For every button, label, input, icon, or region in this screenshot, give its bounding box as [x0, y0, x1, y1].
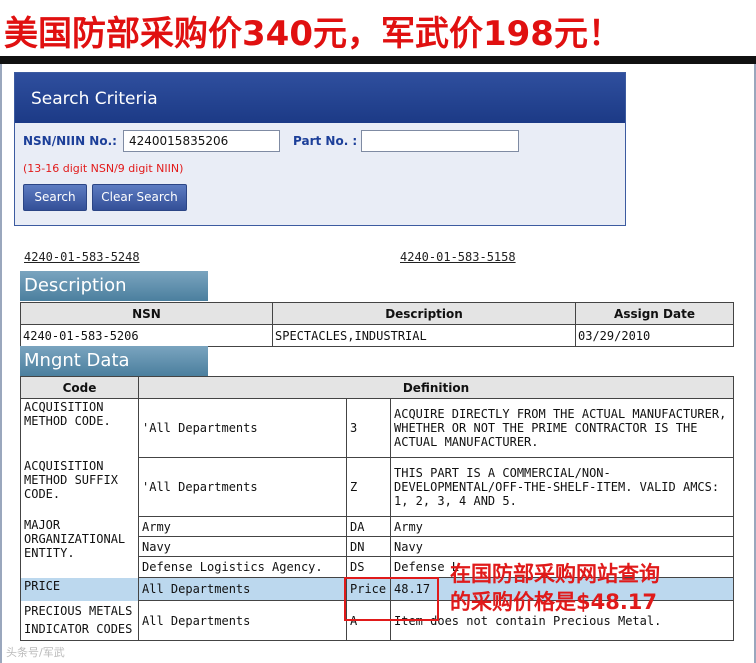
next-nsn-link[interactable]: 4240-01-583-5158: [400, 250, 516, 264]
navy-definition: Navy: [390, 536, 734, 557]
col-assign-date: Assign Date: [575, 302, 734, 325]
price-annotation: 在国防部采购网站查询 的采购价格是$48.17: [450, 560, 660, 616]
precious-metals-code: PRECIOUS METALS INDICATOR CODES: [20, 600, 139, 641]
part-no-label: Part No. :: [293, 134, 358, 148]
headline-banner: 美国防部采购价340元，军武价198元！: [0, 0, 756, 64]
headline-text: 美国防部采购价340元，军武价198元！: [4, 14, 622, 54]
acq-method-code: ACQUISITION METHOD CODE.: [20, 398, 139, 458]
description-table: NSN Description Assign Date 4240-01-583-…: [20, 302, 734, 347]
navy-dept: Navy: [138, 536, 347, 557]
nsn-format-hint: (13-16 digit NSN/9 digit NIIN): [23, 162, 184, 175]
search-criteria-title: Search Criteria: [15, 73, 625, 123]
col-code: Code: [20, 376, 139, 399]
col-nsn: NSN: [20, 302, 273, 325]
banner-divider: [0, 56, 756, 64]
table-row: ACQUISITION METHOD SUFFIX CODE. 'All Dep…: [20, 457, 734, 517]
col-definition: Definition: [138, 376, 734, 399]
acq-suffix-dept: 'All Departments: [138, 457, 347, 517]
prev-nsn-link[interactable]: 4240-01-583-5248: [24, 250, 140, 264]
mgmt-data-heading: Mngnt Data: [20, 346, 208, 376]
part-no-input[interactable]: [361, 130, 519, 152]
col-description: Description: [272, 302, 576, 325]
search-criteria-panel: Search Criteria NSN/NIIN No.: Part No. :…: [14, 72, 626, 226]
table-row: ACQUISITION METHOD CODE. 'All Department…: [20, 398, 734, 458]
price-dept: All Departments: [138, 577, 347, 601]
annotation-line-2: 的采购价格是$48.17: [450, 590, 658, 614]
navy-value: DN: [346, 536, 391, 557]
annotation-line-1: 在国防部采购网站查询: [450, 562, 660, 586]
acq-method-definition: ACQUIRE DIRECTLY FROM THE ACTUAL MANUFAC…: [390, 398, 734, 458]
dla-value: DS: [346, 556, 391, 578]
acq-suffix-code: ACQUISITION METHOD SUFFIX CODE.: [20, 457, 139, 517]
army-value: DA: [346, 516, 391, 537]
price-highlight-box: [344, 577, 439, 621]
acq-suffix-definition: THIS PART IS A COMMERCIAL/NON-DEVELOPMEN…: [390, 457, 734, 517]
price-code: PRICE: [20, 577, 139, 601]
nsn-input[interactable]: [123, 130, 280, 152]
assign-date-value: 03/29/2010: [575, 324, 734, 347]
dla-dept: Defense Logistics Agency.: [138, 556, 347, 578]
watermark: 头条号/军武: [6, 646, 65, 659]
precious-dept: All Departments: [138, 600, 347, 641]
acq-method-dept: 'All Departments: [138, 398, 347, 458]
major-org-code: MAJOR ORGANIZATIONAL ENTITY.: [20, 516, 139, 578]
army-dept: Army: [138, 516, 347, 537]
army-definition: Army: [390, 516, 734, 537]
search-button[interactable]: Search: [23, 184, 87, 211]
table-row: 4240-01-583-5206 SPECTACLES,INDUSTRIAL 0…: [20, 324, 734, 347]
acq-method-value: 3: [346, 398, 391, 458]
clear-search-button[interactable]: Clear Search: [92, 184, 187, 211]
description-heading: Description: [20, 271, 208, 301]
acq-suffix-value: Z: [346, 457, 391, 517]
description-value: SPECTACLES,INDUSTRIAL: [272, 324, 576, 347]
table-row: MAJOR ORGANIZATIONAL ENTITY. Army DA Arm…: [20, 516, 734, 578]
nsn-value: 4240-01-583-5206: [20, 324, 273, 347]
nsn-label: NSN/NIIN No.:: [23, 134, 117, 148]
